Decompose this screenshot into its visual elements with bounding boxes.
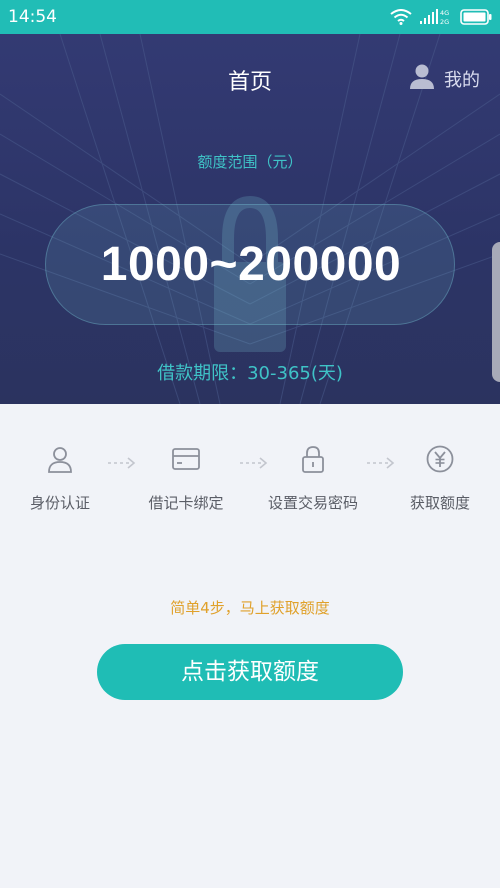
user-icon: [408, 62, 436, 95]
network-4g-label: 4G: [440, 9, 449, 17]
mine-link[interactable]: 我的: [408, 62, 480, 95]
range-label: 额度范围（元）: [197, 153, 303, 171]
get-credit-button[interactable]: 点击获取额度: [97, 644, 403, 700]
status-icons: 4G 2G: [390, 8, 492, 26]
battery-icon: [460, 9, 492, 25]
hint-text: 简单4步，马上获取额度: [170, 599, 330, 617]
side-drawer-handle[interactable]: [492, 242, 500, 382]
step-label: 借记卡绑定: [148, 494, 224, 512]
step-label: 设置交易密码: [267, 494, 358, 512]
status-time: 14:54: [8, 7, 57, 27]
wifi-icon: [390, 9, 412, 25]
step-set-password: 设置交易密码: [258, 444, 368, 513]
mine-label: 我的: [444, 69, 480, 91]
step-label: 身份认证: [29, 494, 90, 512]
step-card-binding: 借记卡绑定: [131, 444, 241, 513]
network-2g-label: 2G: [440, 18, 449, 26]
term-label: 借款期限：30-365(天): [157, 363, 343, 384]
range-value: 1000~200000: [100, 238, 402, 291]
yen-icon: [425, 444, 455, 474]
person-icon: [45, 444, 75, 474]
steps-row: 身份认证 借记卡绑定 设置交易密码 获取额度: [0, 404, 500, 544]
hero-banner: 首页 我的 额度范围（元） 1000~200000 借款期限：30-365(天): [0, 34, 500, 404]
range-pill: 1000~200000: [45, 204, 455, 325]
step-get-credit: 获取额度: [385, 444, 495, 513]
step-label: 获取额度: [409, 494, 470, 512]
step-identity: 身份认证: [5, 444, 115, 513]
lock-icon: [298, 444, 328, 474]
card-icon: [171, 444, 201, 474]
status-bar: 14:54 4G 2G: [0, 0, 500, 34]
signal-icon: 4G 2G: [420, 8, 452, 26]
